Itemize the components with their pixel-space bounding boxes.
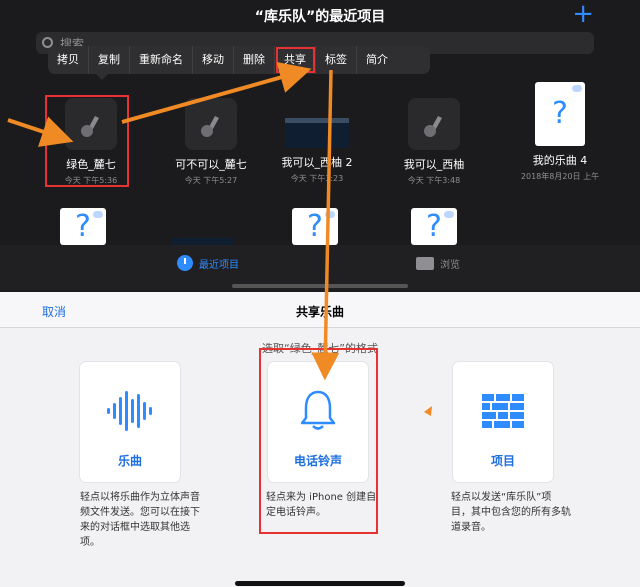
menu-item-duplicate[interactable]: 复制 bbox=[89, 46, 130, 74]
file-date: 今天 下午5:27 bbox=[184, 176, 238, 185]
file-date: 今天 下午3:48 bbox=[407, 176, 461, 185]
highlight-box bbox=[259, 348, 378, 534]
tab-browse-label: 浏览 bbox=[440, 260, 460, 271]
menu-item-tags[interactable]: 标签 bbox=[316, 46, 357, 74]
file-date: 2018年8月20日 上午 bbox=[520, 172, 600, 181]
song-option-description: 轻点以将乐曲作为立体声音频文件发送。您可以在接下来的对话框中选取其他选项。 bbox=[80, 492, 200, 548]
page-title: “库乐队”的最近项目 bbox=[254, 9, 386, 25]
garageband-icon bbox=[408, 98, 460, 150]
document-icon[interactable]: ? bbox=[60, 208, 106, 245]
context-menu: 拷贝 复制 重新命名 移动 删除 共享 标签 简介 bbox=[48, 46, 430, 74]
menu-item-move[interactable]: 移动 bbox=[193, 46, 234, 74]
menu-item-info[interactable]: 简介 bbox=[357, 46, 397, 74]
file-browser: “库乐队”的最近项目 + 搜索 绿色_麓七 今天 下午5:36 可不可以_麓七 … bbox=[0, 0, 640, 290]
project-grid-icon bbox=[482, 394, 524, 428]
menu-item-share[interactable]: 共享 bbox=[275, 46, 316, 74]
file-name: 我可以_西柚 2 bbox=[281, 156, 353, 169]
file-item[interactable]: ? 我的乐曲 4 2018年8月20日 上午 bbox=[505, 82, 615, 182]
file-item[interactable]: 我可以_西柚 2 今天 下午3:23 bbox=[262, 106, 372, 184]
document-icon: ? bbox=[535, 82, 585, 146]
home-indicator bbox=[232, 284, 408, 288]
folder-icon bbox=[416, 257, 434, 270]
video-thumbnail bbox=[285, 118, 349, 148]
file-name: 可不可以_麓七 bbox=[175, 158, 247, 171]
song-option-button[interactable]: 乐曲 bbox=[80, 362, 180, 482]
tab-recent-label: 最近项目 bbox=[199, 259, 239, 271]
file-name: 我的乐曲 4 bbox=[532, 154, 588, 167]
tab-recent[interactable]: 最近项目 bbox=[177, 255, 239, 271]
project-option-description: 轻点以发送“库乐队”项目，其中包含您的所有多轨道录音。 bbox=[451, 492, 571, 533]
highlight-box bbox=[45, 95, 129, 187]
menu-caret bbox=[95, 73, 109, 80]
menu-item-copy[interactable]: 拷贝 bbox=[48, 46, 89, 74]
waveform-icon bbox=[107, 391, 152, 431]
share-sheet: 取消 共享乐曲 选取“绿色_麓七”的格式 乐曲 轻点以将乐曲作为立体声音频文件发… bbox=[0, 292, 640, 587]
document-icon[interactable]: ? bbox=[411, 208, 457, 245]
plus-icon[interactable]: + bbox=[572, 0, 594, 28]
menu-item-delete[interactable]: 删除 bbox=[234, 46, 275, 74]
video-thumbnail[interactable] bbox=[172, 238, 234, 245]
menu-item-rename[interactable]: 重新命名 bbox=[130, 46, 193, 74]
tab-browse[interactable]: 浏览 bbox=[416, 256, 460, 271]
file-name: 我可以_西柚 bbox=[403, 158, 465, 171]
document-icon[interactable]: ? bbox=[292, 208, 338, 245]
project-option-label: 项目 bbox=[490, 454, 515, 468]
file-item[interactable]: 可不可以_麓七 今天 下午5:27 bbox=[156, 98, 266, 186]
song-option-label: 乐曲 bbox=[117, 454, 142, 468]
cloud-icon bbox=[572, 85, 582, 92]
file-date: 今天 下午3:23 bbox=[290, 174, 344, 183]
sheet-header: 取消 共享乐曲 bbox=[0, 292, 640, 328]
project-option-button[interactable]: 项目 bbox=[453, 362, 553, 482]
sheet-title: 共享乐曲 bbox=[295, 305, 344, 319]
garageband-icon bbox=[185, 98, 237, 150]
clock-icon bbox=[177, 255, 193, 271]
file-item[interactable]: 我可以_西柚 今天 下午3:48 bbox=[379, 98, 489, 186]
home-indicator bbox=[235, 581, 405, 586]
